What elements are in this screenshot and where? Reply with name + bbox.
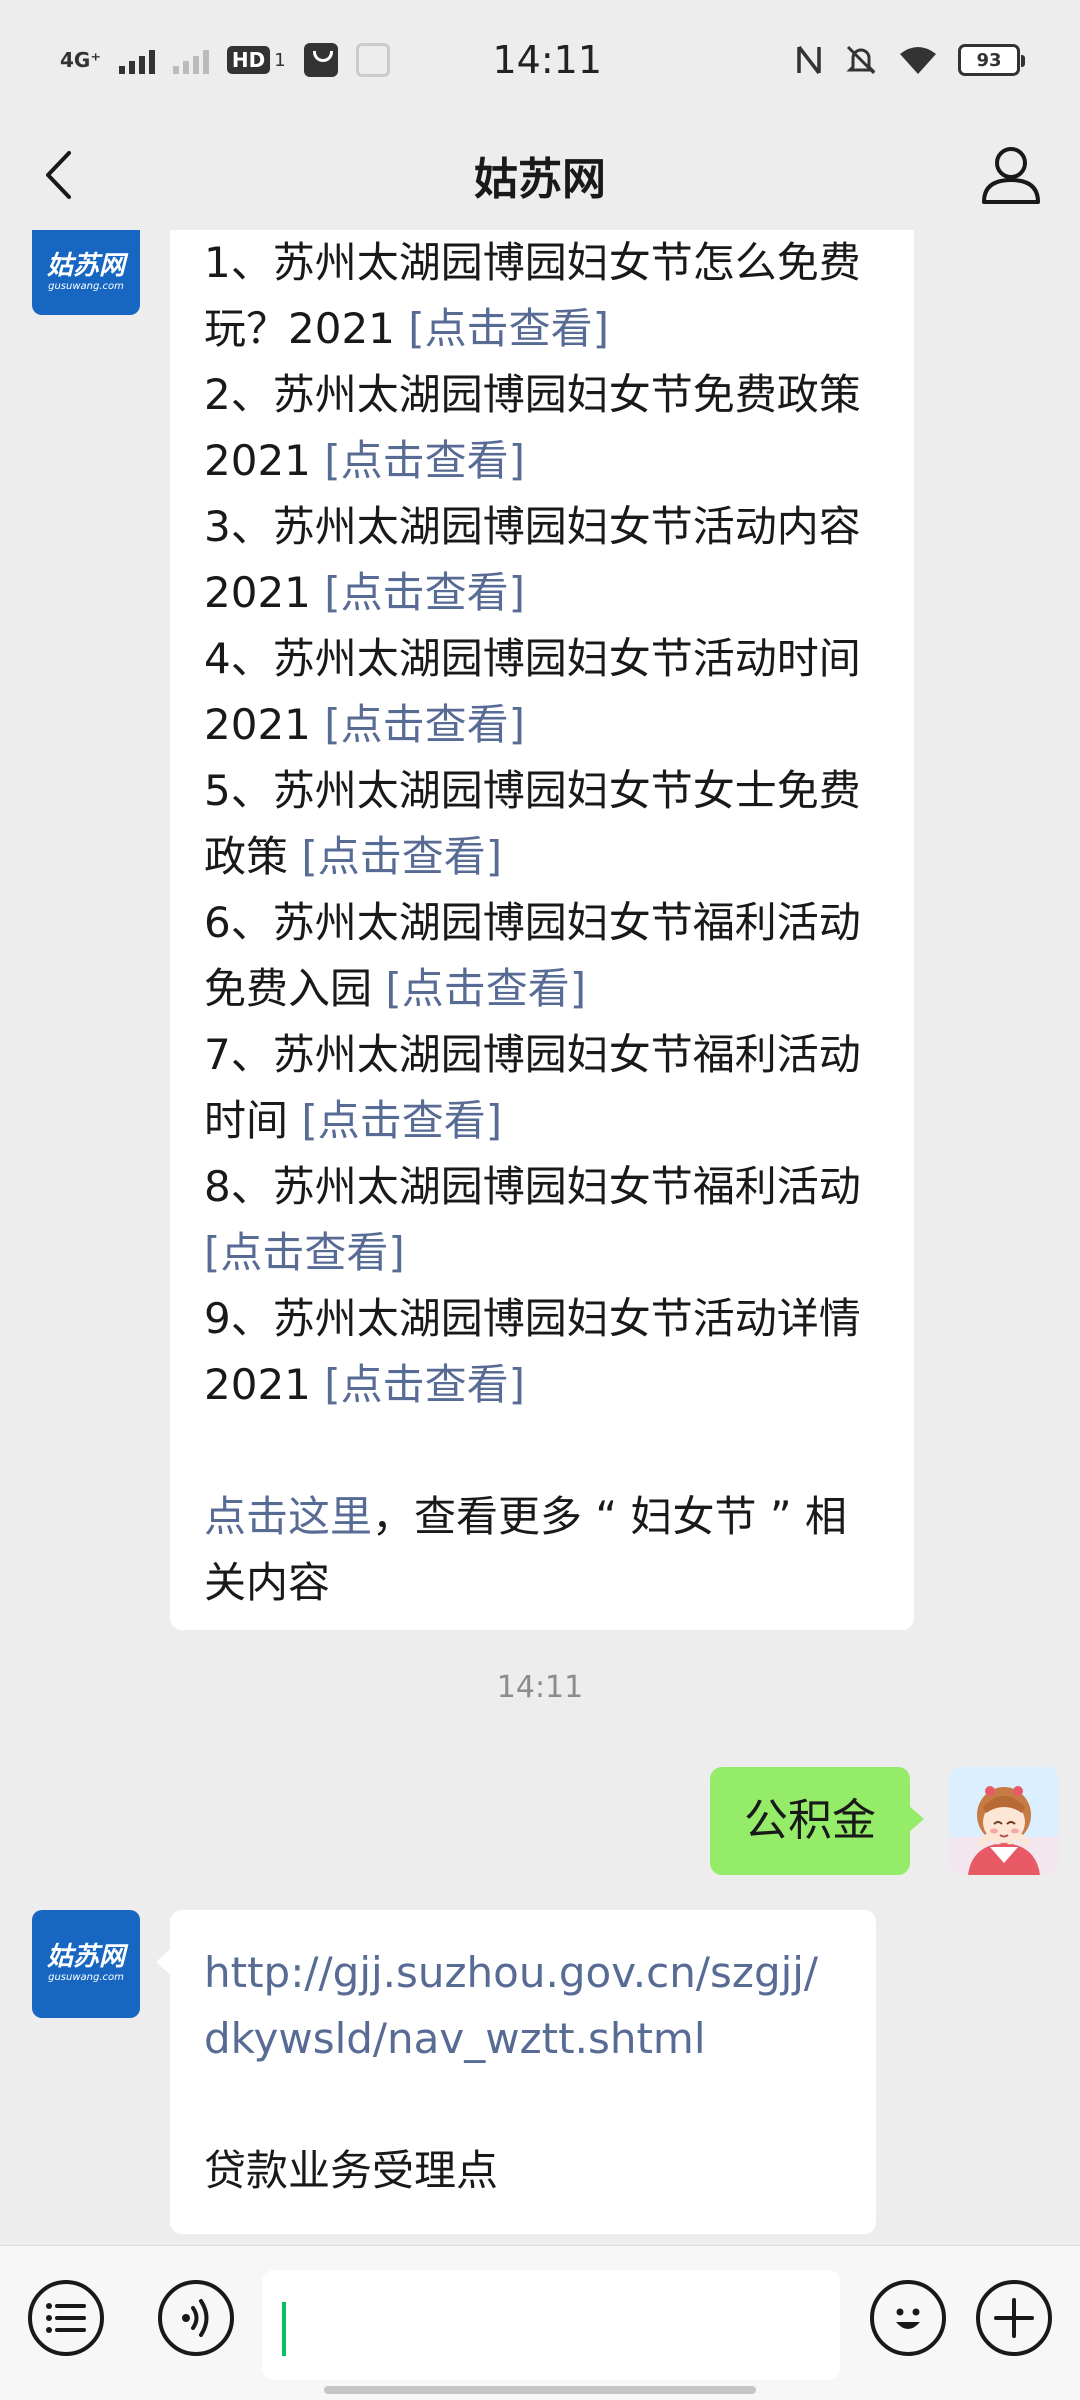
input-bar	[0, 2245, 1080, 2400]
view-link[interactable]: [点击查看]	[301, 832, 502, 881]
list-item: 5、苏州太湖园博园妇女节女士免费政策 [点击查看]	[204, 766, 861, 881]
nav-bar: 姑苏网	[0, 120, 1080, 230]
list-item: 2、苏州太湖园博园妇女节免费政策 2021 [点击查看]	[204, 370, 861, 485]
user-message-bubble[interactable]: 公积金	[710, 1767, 924, 1875]
message-timestamp: 14:11	[496, 1670, 584, 1705]
list-item: 9、苏州太湖园博园妇女节活动详情 2021 [点击查看]	[204, 1294, 861, 1409]
chat-title: 姑苏网	[474, 154, 606, 205]
view-link[interactable]: [点击查看]	[385, 964, 586, 1013]
view-link[interactable]: [点击查看]	[301, 1096, 502, 1145]
home-indicator[interactable]	[324, 2386, 756, 2394]
menu-button[interactable]	[28, 2280, 104, 2356]
message-bubble[interactable]: http://gjj.suzhou.gov.cn/szgjj/dkywsld/n…	[156, 1910, 876, 2234]
status-bar: 4G⁺ HD 1 14:11 93	[0, 0, 1080, 120]
profile-button[interactable]	[978, 142, 1044, 208]
app-notification-icon	[355, 43, 390, 77]
list-item: 3、苏州太湖园博园妇女节活动内容 2021 [点击查看]	[204, 502, 861, 617]
voice-button[interactable]	[158, 2280, 234, 2356]
mute-bell-icon	[846, 45, 876, 75]
logo-domain: gusuwang.com	[48, 1972, 124, 1983]
hd-sub: 1	[274, 49, 286, 71]
more-line: 点击这里，查看更多 “ 妇女节 ” 相关内容	[204, 1484, 880, 1616]
signal-icon	[118, 46, 155, 74]
url-link[interactable]: http://gjj.suzhou.gov.cn/szgjj/dkywsld/n…	[204, 1940, 842, 2072]
more-link[interactable]: 点击这里	[204, 1492, 372, 1541]
view-link[interactable]: [点击查看]	[324, 700, 525, 749]
network-type: 4G⁺	[60, 48, 101, 72]
more-button[interactable]	[976, 2280, 1052, 2356]
logo-domain: gusuwang.com	[48, 280, 124, 292]
list-menu-icon	[46, 2303, 86, 2333]
list-item: 1、苏州太湖园博园妇女节怎么免费玩？2021 [点击查看]	[204, 238, 861, 353]
chat-area[interactable]: 姑苏网 gusuwang.com 1、苏州太湖园博园妇女节怎么免费玩？2021 …	[0, 230, 1080, 2245]
message-caption: 贷款业务受理点	[204, 2146, 499, 2195]
view-link[interactable]: [点击查看]	[324, 568, 525, 617]
list-item: 4、苏州太湖园博园妇女节活动时间 2021 [点击查看]	[204, 634, 861, 749]
emoji-button[interactable]	[870, 2280, 946, 2356]
shopping-bag-icon	[303, 43, 338, 77]
anime-girl-avatar-icon	[950, 1767, 1058, 1875]
logo-text: 姑苏网	[46, 1942, 125, 1972]
list-item: 8、苏州太湖园博园妇女节福利活动 [点击查看]	[204, 1162, 861, 1277]
sender-avatar[interactable]: 姑苏网 gusuwang.com	[32, 230, 140, 315]
chevron-left-icon	[46, 151, 71, 199]
nfc-icon	[797, 45, 821, 75]
back-button[interactable]	[28, 145, 88, 205]
view-link[interactable]: [点击查看]	[324, 1360, 525, 1409]
message-input[interactable]	[262, 2270, 840, 2380]
voice-icon	[182, 2299, 209, 2337]
hd-badge: HD	[226, 46, 271, 74]
view-link[interactable]: [点击查看]	[408, 304, 609, 353]
message-bubble[interactable]: 1、苏州太湖园博园妇女节怎么免费玩？2021 [点击查看] 2、苏州太湖园博园妇…	[170, 230, 914, 1630]
list-item: 7、苏州太湖园博园妇女节福利活动时间 [点击查看]	[204, 1030, 861, 1145]
list-item: 6、苏州太湖园博园妇女节福利活动免费入园 [点击查看]	[204, 898, 861, 1013]
view-link[interactable]: [点击查看]	[204, 1228, 405, 1277]
logo-text: 姑苏网	[46, 250, 125, 281]
text-caret	[282, 2302, 286, 2356]
sender-avatar[interactable]: 姑苏网 gusuwang.com	[32, 1910, 140, 2018]
battery-icon: 93	[958, 44, 1025, 76]
wifi-icon	[900, 47, 936, 74]
status-time: 14:11	[492, 38, 603, 82]
view-link[interactable]: [点击查看]	[324, 436, 525, 485]
smiley-icon	[896, 2308, 920, 2329]
user-avatar[interactable]	[950, 1767, 1058, 1875]
signal-secondary-icon	[172, 46, 209, 74]
plus-icon	[994, 2298, 1034, 2338]
person-icon	[982, 147, 1040, 204]
